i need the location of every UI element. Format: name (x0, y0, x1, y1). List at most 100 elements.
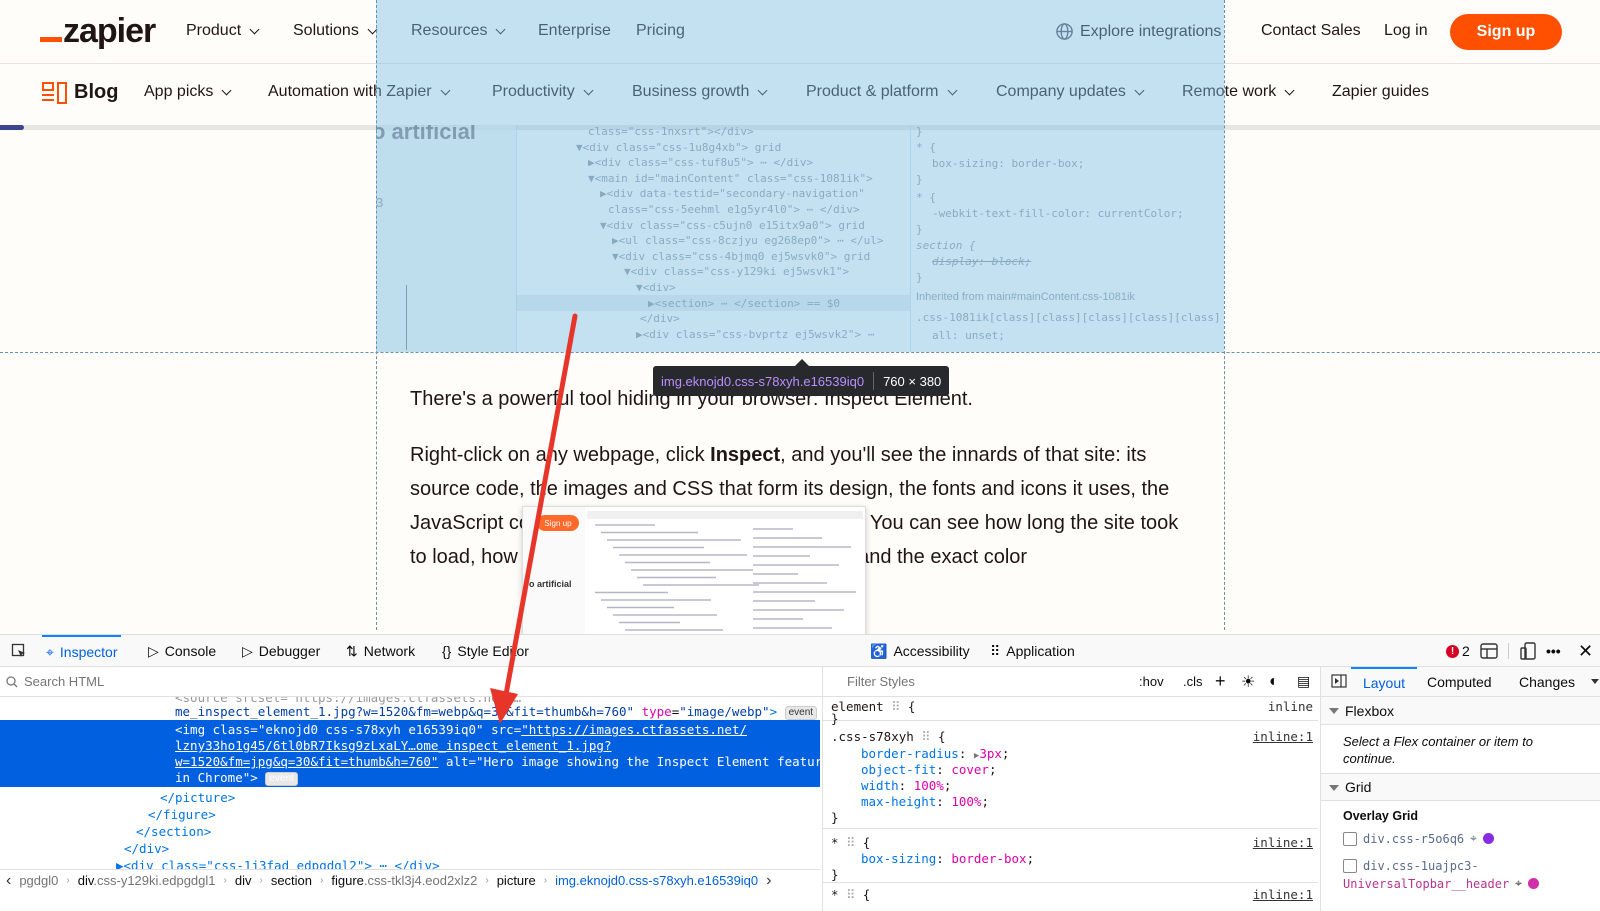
grid-checkbox[interactable] (1343, 831, 1357, 846)
rule-source[interactable]: inline:1 (1253, 887, 1313, 902)
grid-color-swatch[interactable] (1482, 833, 1494, 844)
preview-fragment: o artificial (529, 579, 572, 589)
tab-accessibility[interactable]: ♿ Accessibility (866, 635, 974, 667)
selected-node[interactable]: <img class="eknojd0 css-s78xyh e16539iq0… (0, 720, 820, 787)
nav-solutions[interactable]: Solutions (293, 22, 378, 40)
breadcrumb-item[interactable]: pgdgl0 (19, 873, 58, 888)
declaration[interactable]: object-fit: cover; (861, 762, 997, 778)
rule-source[interactable]: inline (1268, 699, 1313, 714)
flexbox-section-header[interactable]: Flexbox (1321, 697, 1600, 725)
declaration[interactable]: max-height: 100%; (861, 794, 989, 810)
blognav-zapier-guides[interactable]: Zapier guides (1332, 83, 1429, 101)
blognav-company-updates[interactable]: Company updates (996, 83, 1145, 101)
search-html-input[interactable] (24, 674, 424, 689)
tab-debugger[interactable]: ▷ Debugger (238, 635, 324, 667)
rule-selector: .css-s78xyh (831, 729, 914, 744)
element-picker-button[interactable] (6, 635, 32, 667)
blognav-automation[interactable]: Automation with Zapier (268, 83, 451, 101)
more-options-button[interactable]: ••• (1546, 635, 1561, 667)
breadcrumb-scroll-left[interactable]: ‹ (6, 872, 11, 890)
tooltip-selector: img.eknojd0.css-s78xyh.e16539iq0 (661, 373, 865, 389)
tab-computed[interactable]: Computed (1427, 674, 1492, 690)
close-devtools-button[interactable]: ✕ (1578, 635, 1593, 667)
tab-network[interactable]: ⇅ Network (342, 635, 419, 667)
ghost-markup-line: class="css-5eehml e1g5yr4l0"> ⋯ </div> (608, 203, 860, 216)
more-tabs-icon[interactable] (1591, 679, 1599, 684)
nav-pricing[interactable]: Pricing (636, 22, 685, 40)
blognav-remote-work[interactable]: Remote work (1182, 83, 1295, 101)
nav-resources[interactable]: Resources (411, 22, 506, 40)
split-console-button[interactable] (1480, 635, 1498, 667)
markup-line[interactable]: </picture> (160, 789, 235, 806)
blog-logo[interactable]: Blog (42, 81, 118, 104)
declaration[interactable]: box-sizing: border-box; (861, 851, 1034, 867)
nav-label: Pricing (636, 22, 685, 39)
nav-enterprise[interactable]: Enterprise (538, 22, 611, 40)
crosshair-icon[interactable]: ⌖ (1515, 876, 1522, 891)
chevron-down-icon (249, 24, 260, 34)
markup-line[interactable]: </figure> (148, 806, 216, 823)
ghost-rule-line: box-sizing: border-box; (932, 157, 1085, 170)
event-badge[interactable]: event (784, 705, 818, 720)
contact-sales-link[interactable]: Contact Sales (1261, 22, 1361, 40)
grid-checkbox[interactable] (1343, 859, 1357, 873)
breadcrumb-item[interactable]: section (271, 873, 312, 888)
cls-toggle[interactable]: .cls (1183, 674, 1203, 689)
add-rule-button[interactable]: + (1215, 671, 1226, 692)
dark-mode-icon[interactable]: ◐ (1269, 673, 1279, 691)
blognav-app-picks[interactable]: App picks (144, 83, 232, 101)
hov-toggle[interactable]: :hov (1139, 674, 1164, 689)
breadcrumb-item[interactable]: img.eknojd0.css-s78xyh.e16539iq0 (555, 873, 758, 888)
responsive-design-button[interactable] (1520, 635, 1536, 667)
login-link[interactable]: Log in (1384, 22, 1428, 40)
hero-image: o artificial 3 class="css-1nxsrt"></div>… (376, 125, 1224, 352)
error-count[interactable]: ! 2 (1446, 635, 1470, 667)
crosshair-icon[interactable]: ⌖ (1470, 831, 1477, 846)
nav-product[interactable]: Product (186, 22, 260, 40)
signup-button[interactable]: Sign up (1450, 14, 1562, 50)
print-media-icon[interactable]: ▤ (1297, 673, 1310, 690)
declaration[interactable]: width: 100%; (861, 778, 951, 794)
zapier-logo[interactable]: zapier (40, 12, 156, 51)
grid-section-header[interactable]: Grid (1321, 773, 1600, 801)
breadcrumb-item[interactable]: div (235, 873, 252, 888)
markup-line[interactable]: </section> (136, 823, 211, 840)
breadcrumb-item[interactable]: div.css-y129ki.edpgdgl1 (78, 873, 216, 888)
explore-integrations-link[interactable]: Explore integrations (1055, 22, 1221, 41)
filter-styles-input[interactable] (823, 674, 1063, 689)
breadcrumb-scroll-right[interactable]: › (766, 872, 771, 890)
light-mode-icon[interactable]: ☀ (1241, 672, 1255, 692)
grid-item[interactable]: div.css-r5o6q6 ⌖ (1343, 831, 1494, 846)
tab-changes[interactable]: Changes (1519, 674, 1575, 690)
breadcrumb-separator: › (223, 875, 227, 886)
markup-line[interactable]: me_inspect_element_1.jpg?w=1520&fm=webp&… (175, 703, 818, 720)
event-badge[interactable]: event (265, 771, 298, 786)
img-src-link[interactable]: lzny33ho1g45/6tl0bR7Iksg9zLxaLY…ome_insp… (175, 737, 612, 754)
blognav-business-growth[interactable]: Business growth (632, 83, 768, 101)
toggle-sidebar-icon[interactable] (1331, 674, 1347, 691)
rule-source[interactable]: inline:1 (1253, 835, 1313, 850)
tab-style-editor[interactable]: {} Style Editor (438, 635, 533, 667)
tab-inspector[interactable]: ⌖ Inspector (42, 635, 122, 667)
blognav-productivity[interactable]: Productivity (492, 83, 594, 101)
search-html-field[interactable] (0, 667, 822, 697)
breadcrumb: ‹ pgdgl0 › div.css-y129ki.edpgdgl1 › div › sec… (0, 869, 820, 891)
rule-source[interactable]: inline:1 (1253, 729, 1313, 744)
nav-label: Productivity (492, 83, 575, 100)
style-editor-icon: {} (442, 643, 452, 659)
grid-item[interactable]: div.css-1uajpc3- UniversalTopbar__header… (1343, 859, 1539, 891)
tab-label: Inspector (59, 644, 118, 660)
nav-label: Product (186, 22, 242, 39)
blognav-product-platform[interactable]: Product & platform (806, 83, 957, 101)
grid-item-label: UniversalTopbar__header (1343, 876, 1510, 891)
markup-line[interactable]: </div> (124, 840, 169, 857)
breadcrumb-item[interactable]: picture (497, 873, 536, 888)
grid-color-swatch[interactable] (1527, 878, 1539, 889)
guide-line (1224, 0, 1225, 630)
nav-label: Resources (411, 22, 488, 39)
element-tooltip: img.eknojd0.css-s78xyh.e16539iq0 760 × 38… (653, 359, 950, 396)
breadcrumb-item[interactable]: figure.css-tkl3j4.eod2xlz2 (331, 873, 477, 888)
tab-console[interactable]: ▷ Console (144, 635, 220, 667)
tab-layout[interactable]: Layout (1351, 667, 1417, 697)
tab-application[interactable]: ⠿ Application (986, 635, 1079, 667)
